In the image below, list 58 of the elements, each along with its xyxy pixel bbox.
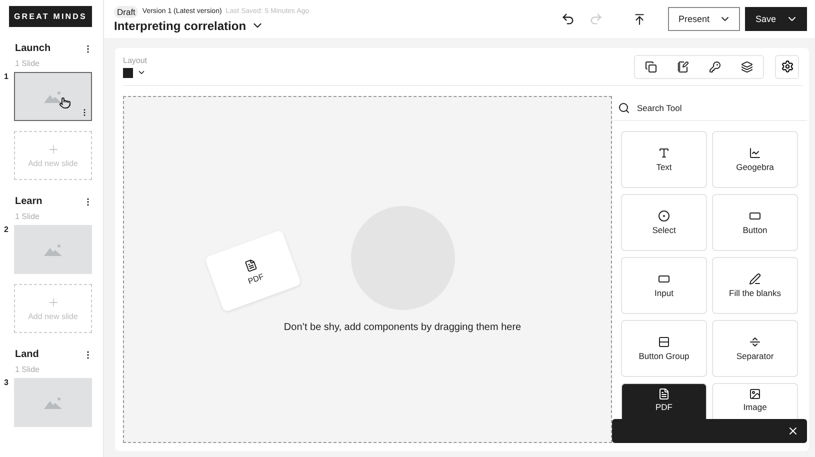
present-button[interactable]: Present bbox=[668, 7, 740, 31]
tool-tile[interactable]: Button bbox=[712, 194, 798, 251]
search-icon bbox=[618, 102, 630, 114]
pen-icon bbox=[749, 273, 761, 285]
plus-icon bbox=[46, 296, 60, 309]
key-icon[interactable] bbox=[709, 60, 721, 72]
text-icon bbox=[658, 147, 670, 159]
tool-tile[interactable]: Text bbox=[621, 131, 707, 188]
tool-tile[interactable]: Button Group bbox=[621, 320, 707, 377]
section-title: Learn bbox=[15, 196, 42, 207]
slide-count: 1 Slide bbox=[14, 59, 40, 68]
line-chart-icon bbox=[749, 147, 761, 159]
tool-tile[interactable]: Geogebra bbox=[712, 131, 798, 188]
slide-number: 3 bbox=[4, 378, 10, 387]
hand-cursor-icon bbox=[59, 97, 71, 109]
undo-icon[interactable] bbox=[561, 12, 576, 26]
logo[interactable]: GREAT MINDS bbox=[9, 6, 92, 27]
section-title: Land bbox=[15, 349, 39, 360]
tool-tile[interactable]: Select bbox=[621, 194, 707, 251]
close-icon[interactable] bbox=[787, 425, 799, 437]
button-icon bbox=[749, 210, 761, 222]
settings-icon bbox=[780, 60, 794, 73]
section-title: Launch bbox=[15, 43, 51, 54]
upload-icon[interactable] bbox=[633, 12, 646, 26]
lesson-title-dropdown[interactable]: Interpreting correlation bbox=[114, 18, 562, 32]
slide-thumbnail[interactable] bbox=[14, 378, 92, 427]
slide-number: 1 bbox=[4, 72, 10, 81]
drop-canvas[interactable]: Don’t be shy, add components by dragging them here PDF bbox=[123, 96, 612, 443]
tool-tile[interactable]: Input bbox=[621, 257, 707, 314]
document-icon bbox=[658, 388, 670, 400]
image-placeholder-icon bbox=[44, 244, 62, 256]
notes-icon[interactable] bbox=[677, 60, 689, 72]
search-field[interactable]: Search Tool bbox=[635, 102, 801, 114]
input-box-icon bbox=[658, 273, 670, 285]
chevron-down-icon bbox=[137, 68, 146, 77]
image-placeholder-icon bbox=[44, 396, 62, 408]
plus-icon bbox=[46, 143, 60, 156]
settings-button[interactable] bbox=[775, 54, 799, 78]
save-button[interactable]: Save bbox=[745, 7, 807, 31]
dragged-component[interactable]: PDF bbox=[204, 230, 302, 312]
stacked-rows-icon bbox=[658, 336, 670, 348]
document-icon bbox=[243, 257, 258, 273]
layers-icon[interactable] bbox=[741, 60, 753, 72]
tool-tile[interactable]: Fill the blanks bbox=[712, 257, 798, 314]
separator-icon bbox=[749, 336, 761, 348]
slide-thumbnail[interactable] bbox=[14, 225, 92, 274]
tool-tile[interactable]: Separator bbox=[712, 320, 798, 377]
slide-count: 1 Slide bbox=[14, 212, 40, 221]
image-placeholder-icon bbox=[44, 90, 62, 102]
radio-icon bbox=[658, 210, 670, 222]
image-icon bbox=[749, 388, 761, 400]
slide-count: 1 Slide bbox=[14, 365, 40, 374]
drop-hint: Don’t be shy, add components by dragging them here bbox=[284, 322, 522, 333]
copy-icon[interactable] bbox=[645, 60, 657, 72]
layout-label: Layout bbox=[123, 56, 148, 64]
slide-number: 2 bbox=[4, 225, 10, 234]
status-badge: Draft bbox=[114, 6, 138, 18]
slide-thumbnail[interactable] bbox=[14, 72, 92, 121]
